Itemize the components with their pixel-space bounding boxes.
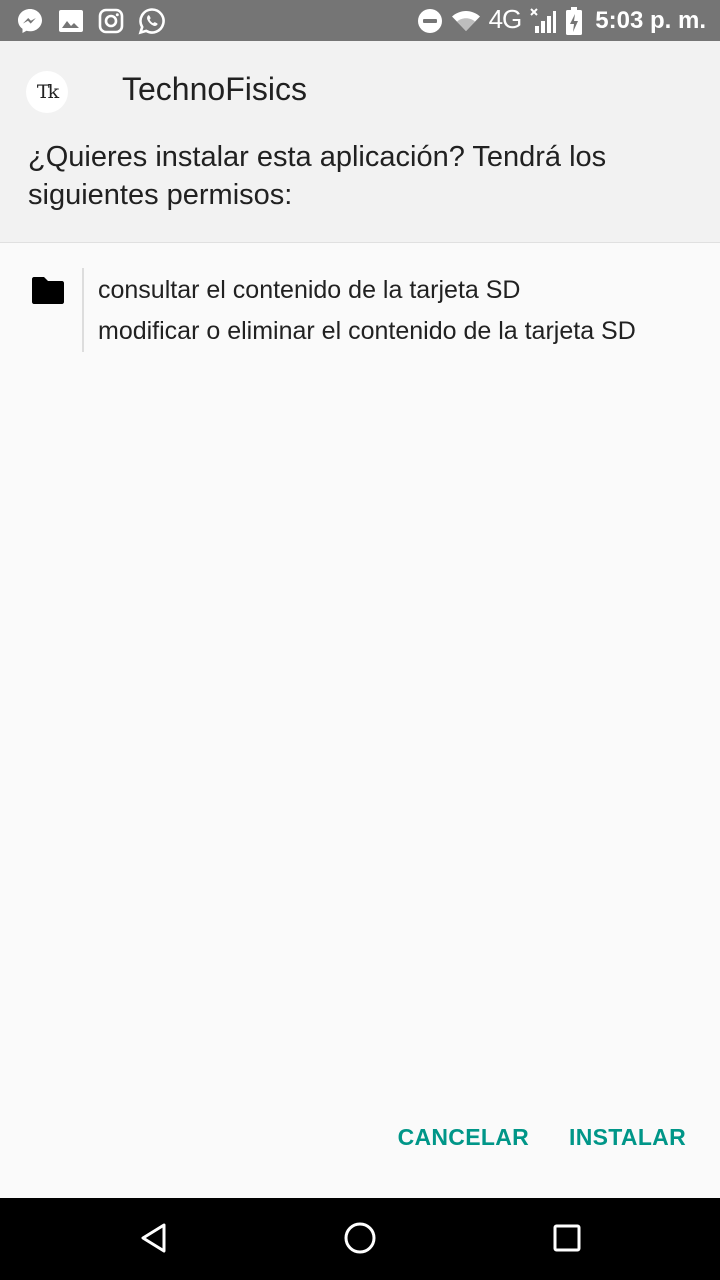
home-icon xyxy=(343,1221,377,1260)
permission-group-storage: consultar el contenido de la tarjeta SD … xyxy=(0,268,720,352)
permission-list: consultar el contenido de la tarjeta SD … xyxy=(98,270,636,352)
folder-icon xyxy=(30,276,66,311)
messenger-icon xyxy=(16,7,44,35)
permission-divider xyxy=(82,268,84,352)
instagram-icon xyxy=(98,8,124,34)
wifi-icon xyxy=(451,9,481,33)
whatsapp-icon xyxy=(138,7,166,35)
gallery-icon xyxy=(58,9,84,33)
clock: 5:03 p. m. xyxy=(595,7,706,34)
do-not-disturb-icon xyxy=(417,8,443,34)
install-prompt: ¿Quieres instalar esta aplicación? Tendr… xyxy=(28,141,607,211)
permission-item: modificar o eliminar el contenido de la … xyxy=(98,317,636,345)
back-button[interactable] xyxy=(134,1220,174,1260)
recents-icon xyxy=(552,1223,582,1258)
battery-charging-icon xyxy=(565,6,583,36)
app-icon: Tk xyxy=(26,71,68,113)
status-bar: 4G 5:03 p. m. xyxy=(0,0,720,41)
back-icon xyxy=(139,1222,169,1259)
network-type-label: 4G xyxy=(488,3,523,34)
signal-icon xyxy=(529,7,557,35)
install-button[interactable]: INSTALAR xyxy=(569,1124,686,1151)
cancel-button[interactable]: CANCELAR xyxy=(398,1124,529,1151)
permission-item: consultar el contenido de la tarjeta SD xyxy=(98,276,521,304)
install-dialog-header: Tk TechnoFisics ¿Quieres instalar esta a… xyxy=(0,41,720,243)
install-screen: 4G 5:03 p. m. Tk TechnoFisics ¿Quieres i… xyxy=(0,0,720,1280)
dialog-actions: CANCELAR INSTALAR xyxy=(398,1124,686,1151)
home-button[interactable] xyxy=(340,1220,380,1260)
notification-icons xyxy=(16,6,166,36)
navigation-bar xyxy=(0,1198,720,1280)
system-icons: 4G 5:03 p. m. xyxy=(417,4,706,38)
recents-button[interactable] xyxy=(547,1220,587,1260)
app-name: TechnoFisics xyxy=(122,71,307,107)
